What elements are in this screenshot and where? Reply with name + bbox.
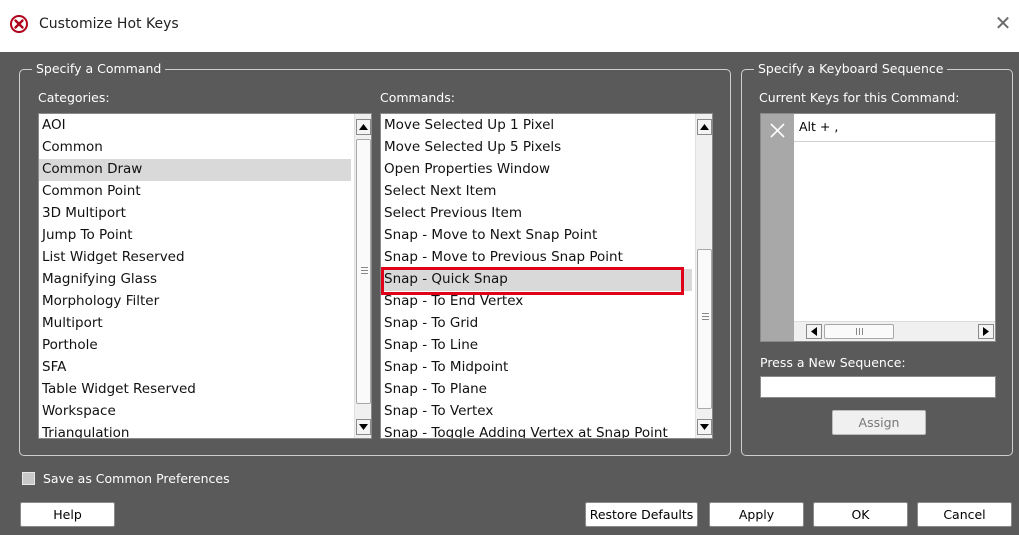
category-item[interactable]: Triangulation (39, 423, 351, 438)
scroll-down-button[interactable] (356, 419, 371, 435)
command-item[interactable]: Select Next Item (381, 181, 692, 203)
current-keys-list[interactable]: Alt + , (760, 113, 996, 342)
command-item[interactable]: Snap - Move to Next Snap Point (381, 225, 692, 247)
category-item[interactable]: List Widget Reserved (39, 247, 351, 269)
category-item[interactable]: Magnifying Glass (39, 269, 351, 291)
category-item[interactable]: SFA (39, 357, 351, 379)
category-item[interactable]: Workspace (39, 401, 351, 423)
command-item[interactable]: Select Previous Item (381, 203, 692, 225)
cancel-button[interactable]: Cancel (917, 502, 1012, 527)
command-item[interactable]: Snap - Toggle Adding Vertex at Snap Poin… (381, 423, 692, 438)
sequence-group-legend: Specify a Keyboard Sequence (754, 61, 948, 76)
command-item[interactable]: Move Selected Up 5 Pixels (381, 137, 692, 159)
command-item[interactable]: Snap - To Midpoint (381, 357, 692, 379)
app-icon (10, 15, 28, 33)
save-common-checkbox[interactable] (22, 472, 35, 485)
commands-label: Commands: (380, 90, 455, 105)
x-icon[interactable] (761, 116, 794, 146)
category-item[interactable]: Common (39, 137, 351, 159)
category-item[interactable]: Table Widget Reserved (39, 379, 351, 401)
new-sequence-input[interactable] (760, 376, 996, 398)
restore-defaults-button[interactable]: Restore Defaults (585, 502, 698, 527)
scroll-thumb[interactable] (356, 139, 371, 404)
scroll-right-button[interactable] (978, 324, 994, 339)
keys-gutter (761, 114, 794, 341)
categories-label: Categories: (38, 90, 110, 105)
category-item[interactable]: Jump To Point (39, 225, 351, 247)
scroll-up-button[interactable] (356, 119, 371, 135)
category-item[interactable]: Multiport (39, 313, 351, 335)
window-title: Customize Hot Keys (39, 16, 179, 32)
keys-hscrollbar[interactable] (794, 321, 995, 341)
title-bar: Customize Hot Keys ✕ (0, 0, 1019, 52)
scroll-thumb[interactable] (824, 324, 894, 339)
scroll-up-button[interactable] (697, 119, 712, 135)
category-item[interactable]: AOI (39, 115, 351, 137)
category-item[interactable]: Morphology Filter (39, 291, 351, 313)
category-item[interactable]: Porthole (39, 335, 351, 357)
command-item[interactable]: Move Selected Up 1 Pixel (381, 115, 692, 137)
save-common-label: Save as Common Preferences (43, 471, 230, 486)
command-item[interactable]: Snap - To Plane (381, 379, 692, 401)
category-item[interactable]: 3D Multiport (39, 203, 351, 225)
command-item[interactable]: Snap - Move to Previous Snap Point (381, 247, 692, 269)
key-entry: Alt + , (799, 119, 839, 134)
command-item[interactable]: Snap - To Line (381, 335, 692, 357)
apply-button[interactable]: Apply (709, 502, 804, 527)
press-new-sequence-label: Press a New Sequence: (760, 355, 906, 370)
scroll-down-button[interactable] (697, 419, 712, 435)
ok-button[interactable]: OK (813, 502, 908, 527)
category-item[interactable]: Common Point (39, 181, 351, 203)
command-item[interactable]: Snap - To Grid (381, 313, 692, 335)
scroll-thumb[interactable] (697, 249, 712, 409)
command-group-legend: Specify a Command (32, 61, 166, 76)
command-item[interactable]: Open Properties Window (381, 159, 692, 181)
key-entry-row[interactable]: Alt + , (794, 114, 995, 142)
category-item[interactable]: Common Draw (39, 159, 351, 181)
help-button[interactable]: Help (20, 502, 115, 527)
command-item[interactable]: Snap - To Vertex (381, 401, 692, 423)
current-keys-label: Current Keys for this Command: (759, 90, 960, 105)
commands-scrollbar[interactable] (695, 114, 712, 438)
close-icon[interactable]: ✕ (993, 13, 1013, 33)
categories-scrollbar[interactable] (354, 114, 371, 438)
assign-button[interactable]: Assign (832, 410, 926, 435)
scroll-left-button[interactable] (806, 324, 822, 339)
categories-list[interactable]: AOI Common Common Draw Common Point 3D Multi… (38, 113, 372, 439)
selected-command-highlight (381, 267, 684, 295)
